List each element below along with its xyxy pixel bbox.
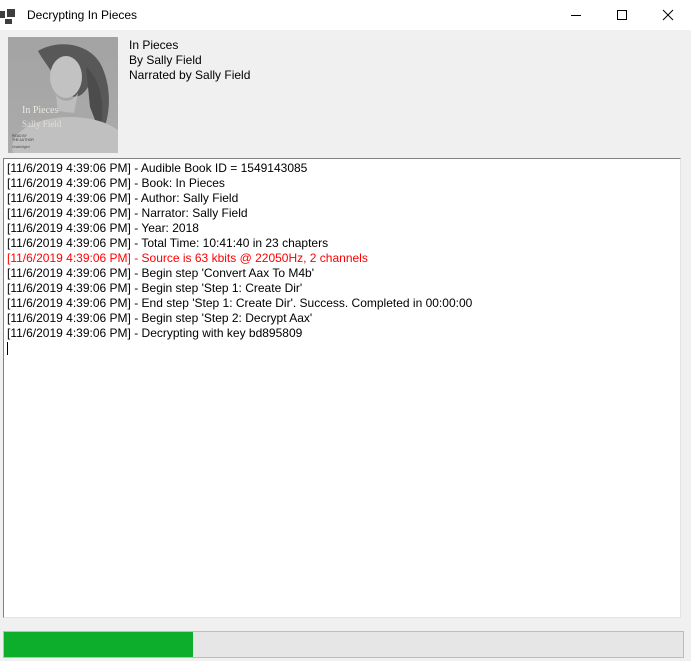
book-title: In Pieces (129, 38, 250, 53)
log-line: [11/6/2019 4:39:06 PM] - Narrator: Sally… (7, 206, 677, 221)
cover-face-shape (50, 56, 82, 98)
log-line: [11/6/2019 4:39:06 PM] - Author: Sally F… (7, 191, 677, 206)
minimize-icon (571, 15, 581, 16)
caption-buttons (553, 0, 691, 30)
progress-fill (4, 632, 193, 657)
log-textbox[interactable]: [11/6/2019 4:39:06 PM] - Audible Book ID… (3, 158, 681, 618)
book-narrator-line: Narrated by Sally Field (129, 68, 250, 83)
close-icon (662, 9, 674, 21)
titlebar[interactable]: Decrypting In Pieces (0, 0, 691, 30)
log-line: [11/6/2019 4:39:06 PM] - Source is 63 kb… (7, 251, 677, 266)
log-line: [11/6/2019 4:39:06 PM] - Begin step 'Ste… (7, 311, 677, 326)
app-window: { "colors": { "progress_fill": "#0CAE2C"… (0, 0, 691, 661)
log-line: [11/6/2019 4:39:06 PM] - Audible Book ID… (7, 161, 677, 176)
log-line: [11/6/2019 4:39:06 PM] - Total Time: 10:… (7, 236, 677, 251)
book-meta: In Pieces By Sally Field Narrated by Sal… (129, 38, 250, 83)
minimize-button[interactable] (553, 0, 599, 30)
close-button[interactable] (645, 0, 691, 30)
maximize-icon (617, 10, 627, 20)
log-line: [11/6/2019 4:39:06 PM] - Begin step 'Con… (7, 266, 677, 281)
cover-author: Sally Field (22, 119, 62, 129)
cover-readby-line2: THE AUTHOR (12, 138, 34, 142)
book-author-line: By Sally Field (129, 53, 250, 68)
book-cover-image: In Pieces Sally Field READ BY THE AUTHOR… (8, 37, 118, 153)
log-line: [11/6/2019 4:39:06 PM] - Year: 2018 (7, 221, 677, 236)
cover-edition: Unabridged (12, 145, 30, 149)
window-title: Decrypting In Pieces (27, 8, 553, 22)
maximize-button[interactable] (599, 0, 645, 30)
log-line: [11/6/2019 4:39:06 PM] - Book: In Pieces (7, 176, 677, 191)
log-lines: [11/6/2019 4:39:06 PM] - Audible Book ID… (7, 161, 677, 341)
app-icon (0, 7, 15, 24)
cover-title: In Pieces (22, 105, 58, 116)
text-caret (7, 342, 8, 355)
log-line: [11/6/2019 4:39:06 PM] - Begin step 'Ste… (7, 281, 677, 296)
progress-bar (3, 631, 684, 658)
log-line: [11/6/2019 4:39:06 PM] - Decrypting with… (7, 326, 677, 341)
log-line: [11/6/2019 4:39:06 PM] - End step 'Step … (7, 296, 677, 311)
